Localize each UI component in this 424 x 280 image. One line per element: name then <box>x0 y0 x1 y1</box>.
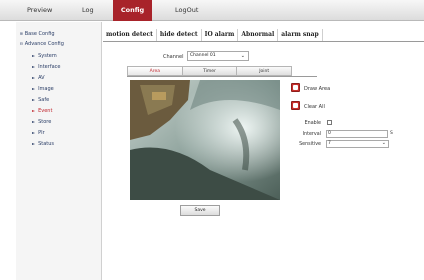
tree-base-config[interactable]: ⊞ Base Config <box>20 31 55 37</box>
sidebar-item-label: System <box>38 53 57 59</box>
nav-config[interactable]: Config <box>113 0 152 21</box>
enable-checkbox[interactable] <box>327 120 332 125</box>
sidebar-item-pir[interactable]: ► PIr <box>32 130 45 136</box>
clear-all-label: Clear All <box>304 104 325 110</box>
save-button[interactable]: Save <box>180 205 220 216</box>
sidebar-item-label: Event <box>38 108 53 114</box>
sidebar-item-label: Safe <box>38 97 50 103</box>
subtab-area[interactable]: Area <box>127 66 183 76</box>
chevron-down-icon: ⌄ <box>381 140 386 146</box>
interval-input[interactable]: 0 <box>326 130 388 138</box>
tree-advance-config-label: Advance Config <box>24 41 64 47</box>
subtab-joint[interactable]: Joint <box>236 66 293 76</box>
main-content: motion detect hide detect IO alarm Abnor… <box>103 22 424 280</box>
sensitive-label: Sensitive <box>299 142 321 147</box>
draw-area-button[interactable] <box>291 83 300 92</box>
chevron-down-icon: ⌄ <box>240 53 245 59</box>
bullet-icon: ► <box>32 119 36 124</box>
collapse-icon: ⊟ <box>20 42 23 47</box>
draw-area-label: Draw Area <box>304 86 331 92</box>
nav-log[interactable]: Log <box>82 0 94 21</box>
sidebar-item-label: AV <box>38 75 45 81</box>
sidebar-item-label: Image <box>38 86 54 92</box>
bullet-icon: ► <box>32 141 36 146</box>
bullet-icon: ► <box>32 75 36 80</box>
enable-label: Enable <box>304 121 321 126</box>
tab-motion-detect[interactable]: motion detect <box>103 29 157 41</box>
tab-alarm-snap[interactable]: alarm snap <box>278 29 323 41</box>
sensitive-select[interactable]: 7 ⌄ <box>326 140 389 148</box>
pencil-icon <box>293 85 298 90</box>
bullet-icon: ► <box>32 97 36 102</box>
bullet-icon: ► <box>32 53 36 58</box>
bullet-icon: ► <box>32 130 36 135</box>
sidebar-item-system[interactable]: ► System <box>32 53 57 59</box>
expand-icon: ⊞ <box>20 32 23 37</box>
sidebar-item-image[interactable]: ► Image <box>32 86 54 92</box>
subtabs-divider <box>127 76 317 77</box>
event-tabs: motion detect hide detect IO alarm Abnor… <box>103 29 323 41</box>
tab-abnormal[interactable]: Abnormal <box>238 29 279 41</box>
sidebar-item-store[interactable]: ► Store <box>32 119 51 125</box>
channel-select-value: Channel 01 <box>190 53 216 58</box>
tabs-divider <box>103 41 424 42</box>
sidebar-item-label: Interface <box>38 64 61 70</box>
tab-hide-detect[interactable]: hide detect <box>157 29 202 41</box>
config-sidebar: ⊞ Base Config ⊟ Advance Config ► System ► In… <box>16 22 102 280</box>
sidebar-item-label: Status <box>38 141 55 147</box>
clear-all-button[interactable] <box>291 101 300 110</box>
interval-unit: S <box>390 131 393 136</box>
tree-base-config-label: Base Config <box>24 31 55 37</box>
subtab-timer[interactable]: Timer <box>181 66 238 76</box>
bullet-icon: ► <box>32 108 36 113</box>
sidebar-item-status[interactable]: ► Status <box>32 141 54 147</box>
channel-label: Channel <box>163 54 184 60</box>
sidebar-item-event[interactable]: ► Event <box>32 108 52 114</box>
tab-io-alarm[interactable]: IO alarm <box>202 29 239 41</box>
channel-select[interactable]: Channel 01 ⌄ <box>187 51 249 61</box>
tree-advance-config[interactable]: ⊟ Advance Config <box>20 41 64 47</box>
video-preview[interactable] <box>130 80 280 200</box>
sidebar-item-av[interactable]: ► AV <box>32 75 45 81</box>
bullet-icon: ► <box>32 64 36 69</box>
sidebar-item-safe[interactable]: ► Safe <box>32 97 49 103</box>
trash-icon <box>293 103 298 108</box>
top-nav-bar: Preview Log Config LogOut <box>0 0 424 21</box>
sidebar-item-label: Store <box>38 119 52 125</box>
nav-preview[interactable]: Preview <box>27 0 52 21</box>
bullet-icon: ► <box>32 86 36 91</box>
interval-label: Interval <box>302 132 321 137</box>
detect-subtabs: Area Timer Joint <box>127 66 293 76</box>
nav-logout[interactable]: LogOut <box>175 0 198 21</box>
camera-frame-image <box>130 80 280 200</box>
sensitive-select-value: 7 <box>328 141 331 146</box>
sidebar-item-interface[interactable]: ► Interface <box>32 64 60 70</box>
sidebar-item-label: PIr <box>38 130 45 136</box>
